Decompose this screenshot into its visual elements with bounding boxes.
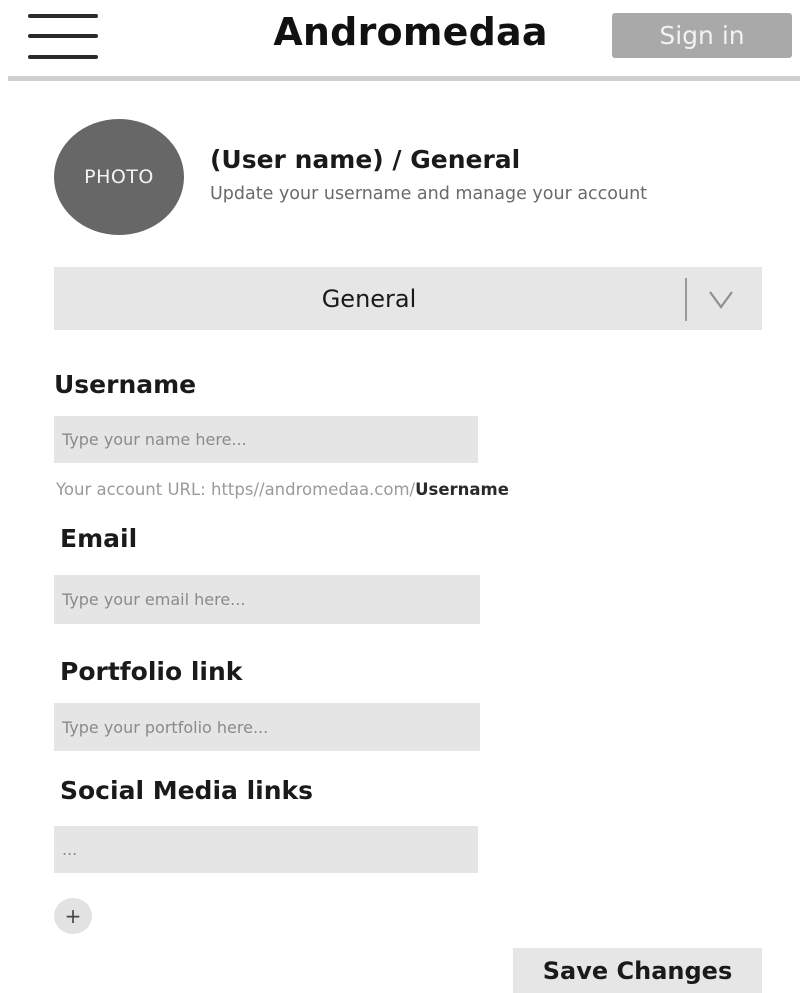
- hamburger-menu-icon[interactable]: [28, 12, 98, 62]
- section-dropdown[interactable]: General: [54, 267, 762, 330]
- social-links-label: Social Media links: [60, 776, 314, 805]
- social-links-input[interactable]: [54, 826, 478, 873]
- chevron-down-icon[interactable]: [706, 283, 736, 313]
- username-input[interactable]: [54, 416, 478, 463]
- email-label: Email: [60, 524, 138, 553]
- sign-in-button[interactable]: Sign in: [612, 13, 792, 58]
- portfolio-label: Portfolio link: [60, 657, 243, 686]
- page-subtitle: Update your username and manage your acc…: [210, 184, 648, 204]
- account-url-prefix: Your account URL: https//andromedaa.com/: [56, 480, 416, 499]
- username-label: Username: [54, 370, 197, 399]
- section-dropdown-value: General: [321, 284, 417, 313]
- account-url-username: Username: [415, 480, 509, 499]
- portfolio-input[interactable]: [54, 703, 480, 751]
- dropdown-divider: [685, 278, 687, 321]
- save-changes-button[interactable]: Save Changes: [513, 948, 762, 993]
- page-title: (User name) / General: [210, 145, 521, 174]
- avatar[interactable]: PHOTO: [54, 119, 184, 235]
- account-url-hint: Your account URL: https//andromedaa.com/…: [56, 480, 509, 499]
- add-social-link-button[interactable]: +: [54, 898, 92, 934]
- header-divider: [8, 76, 800, 81]
- email-input[interactable]: [54, 575, 480, 624]
